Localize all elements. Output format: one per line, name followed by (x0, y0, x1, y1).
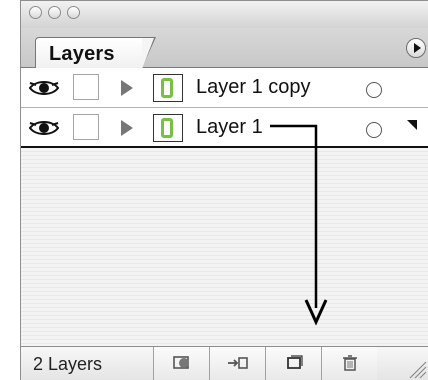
layers-footer: 2 Layers (20, 346, 428, 380)
new-layer-button[interactable] (265, 347, 321, 380)
tab-layers[interactable]: Layers (35, 37, 156, 69)
lock-slot[interactable] (73, 74, 99, 100)
new-layer-icon (287, 355, 303, 369)
zoom-button[interactable] (67, 6, 80, 19)
thumbnail-shape (161, 78, 173, 98)
delete-icon (343, 355, 357, 371)
panel-tab-bar: Layers (20, 28, 428, 69)
layer-row[interactable]: Layer 1 (21, 108, 428, 148)
delete-button[interactable] (321, 347, 377, 380)
selected-art-indicator (407, 120, 417, 130)
resize-grip[interactable] (402, 354, 428, 380)
disclosure-triangle-icon[interactable] (121, 120, 133, 136)
layer-row[interactable]: Layer 1 copy (21, 68, 428, 108)
target-circle-icon[interactable] (366, 82, 382, 98)
make-clipping-mask-icon (173, 356, 189, 369)
layer-count: 2 Layers (33, 354, 103, 374)
layers-list: Layer 1 copy Layer 1 (20, 68, 428, 346)
make-clipping-mask-button[interactable] (153, 347, 209, 380)
target-circle-icon[interactable] (366, 122, 382, 138)
layer-thumbnail (153, 74, 183, 102)
layer-thumbnail (153, 114, 183, 142)
lock-slot[interactable] (73, 114, 99, 140)
locate-object-button[interactable] (209, 347, 265, 380)
eye-icon[interactable] (28, 119, 60, 137)
close-button[interactable] (29, 6, 42, 19)
panel-menu-icon[interactable] (406, 38, 426, 58)
layers-window: Layers Layer 1 copy Layer 1 2 Layers (0, 0, 428, 380)
window-titlebar (20, 0, 428, 28)
eye-icon[interactable] (28, 79, 60, 97)
minimize-button[interactable] (48, 6, 61, 19)
locate-object-icon (228, 357, 248, 369)
disclosure-triangle-icon[interactable] (121, 80, 133, 96)
tab-layers-label: Layers (49, 43, 115, 65)
thumbnail-shape (161, 118, 173, 138)
layer-name[interactable]: Layer 1 (196, 116, 263, 139)
layer-name[interactable]: Layer 1 copy (196, 76, 311, 99)
